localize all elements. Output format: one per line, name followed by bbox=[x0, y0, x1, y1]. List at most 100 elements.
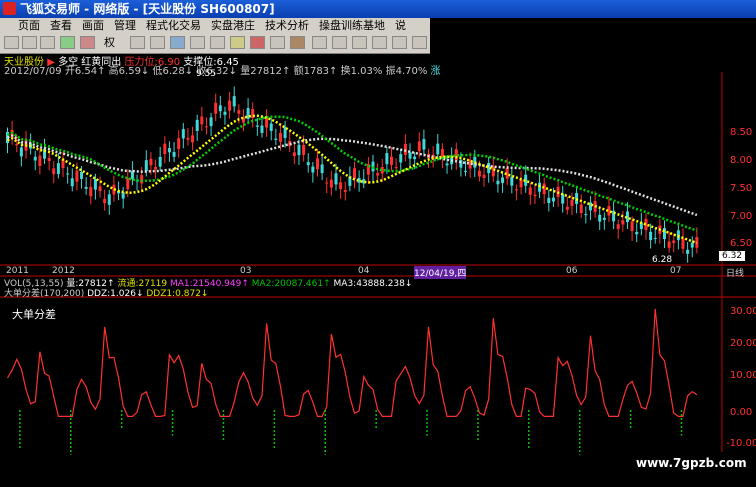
candle-body bbox=[514, 189, 518, 191]
low-marker: 6.28 bbox=[652, 255, 673, 265]
sub-tick-30: 30.00 bbox=[730, 306, 756, 317]
stock-chart[interactable] bbox=[0, 0, 756, 487]
candle-body bbox=[315, 158, 319, 170]
candle-body bbox=[533, 194, 537, 197]
candle-body bbox=[422, 139, 426, 150]
moving-average-line bbox=[7, 115, 698, 232]
ddz-indicator-group bbox=[6, 308, 698, 455]
candle-body bbox=[107, 194, 111, 205]
candle-body bbox=[501, 177, 505, 183]
moving-average-line bbox=[7, 134, 698, 217]
candle-body bbox=[15, 144, 19, 146]
candle-body bbox=[579, 204, 583, 213]
candle-body bbox=[98, 186, 102, 192]
date-tag[interactable]: 日线 bbox=[726, 266, 744, 279]
moving-average-line bbox=[7, 114, 698, 245]
candle-body bbox=[690, 242, 694, 248]
candle-body bbox=[598, 214, 602, 222]
candle-body bbox=[144, 160, 148, 172]
candle-body bbox=[528, 187, 532, 195]
candle-body bbox=[653, 237, 657, 239]
candle-body bbox=[621, 220, 625, 225]
candle-body bbox=[302, 144, 306, 155]
candle-body bbox=[89, 186, 93, 197]
candle-body bbox=[195, 119, 199, 131]
price-tick-800: 8.00 bbox=[730, 155, 753, 166]
candle-body bbox=[343, 189, 347, 192]
candle-body bbox=[329, 179, 333, 188]
price-tick-650: 6.50 bbox=[730, 238, 753, 249]
date-label-06: 06 bbox=[566, 266, 578, 276]
candle-body bbox=[214, 102, 218, 114]
candle-body bbox=[292, 152, 296, 157]
ddz-line bbox=[6, 308, 698, 417]
candle-body bbox=[228, 100, 232, 111]
candle-body bbox=[413, 156, 417, 160]
candle-body bbox=[667, 241, 671, 248]
candle-body bbox=[274, 138, 278, 140]
candle-body bbox=[551, 197, 555, 202]
candle-body bbox=[278, 132, 282, 142]
high-marker: 9.55 bbox=[196, 69, 217, 79]
price-tick-750: 7.50 bbox=[730, 183, 753, 194]
date-label-2012: 2012 bbox=[52, 266, 75, 276]
current-price-tag: 6.32 bbox=[719, 251, 746, 261]
candle-body bbox=[686, 249, 690, 254]
ddz-label: 大单分差(170,200) bbox=[4, 289, 85, 299]
candle-body bbox=[154, 166, 158, 170]
candle-body bbox=[547, 197, 551, 204]
candle-body bbox=[103, 198, 107, 204]
candle-body bbox=[334, 173, 338, 185]
candle-body bbox=[394, 166, 398, 168]
candle-body bbox=[255, 125, 259, 127]
candle-body bbox=[320, 164, 324, 174]
candle-body bbox=[635, 231, 639, 235]
candle-body bbox=[311, 166, 315, 173]
candle-body bbox=[630, 221, 634, 231]
candle-body bbox=[445, 163, 449, 166]
candle-body bbox=[209, 117, 213, 127]
candle-body bbox=[204, 126, 208, 128]
candle-body bbox=[385, 153, 389, 165]
candle-body bbox=[38, 155, 42, 166]
ma3-value: MA3:43888.238↓ bbox=[333, 279, 413, 289]
candle-body bbox=[218, 105, 222, 112]
candle-body bbox=[390, 156, 394, 165]
candle-body bbox=[223, 111, 227, 115]
candle-body bbox=[681, 238, 685, 249]
candle-body bbox=[510, 176, 514, 186]
candle-body bbox=[649, 231, 653, 241]
candle-body bbox=[66, 173, 70, 175]
candle-body bbox=[417, 141, 421, 152]
watermark: www.7gpzb.com bbox=[636, 456, 747, 470]
candle-body bbox=[584, 214, 588, 216]
sub-tick-0: 0.00 bbox=[730, 407, 753, 418]
candle-body bbox=[672, 240, 676, 244]
candle-body bbox=[163, 143, 167, 155]
candle-body bbox=[399, 154, 403, 163]
sub-tick-20: 20.00 bbox=[730, 338, 756, 349]
candle-body bbox=[616, 224, 620, 229]
candle-body bbox=[339, 182, 343, 190]
candle-body bbox=[84, 186, 88, 189]
candle-body bbox=[75, 170, 79, 182]
price-tick-700: 7.00 bbox=[730, 211, 753, 222]
candle-body bbox=[519, 179, 523, 188]
candle-body bbox=[260, 125, 264, 133]
candle-body bbox=[269, 123, 273, 131]
candle-body bbox=[19, 147, 23, 157]
candle-body bbox=[181, 129, 185, 139]
candle-body bbox=[232, 96, 236, 107]
candle-body bbox=[464, 170, 468, 172]
date-label-03: 03 bbox=[240, 266, 252, 276]
price-tick-850: 8.50 bbox=[730, 127, 753, 138]
candle-body bbox=[436, 143, 440, 155]
sub-tick-10: 10.00 bbox=[730, 370, 756, 381]
candle-body bbox=[297, 144, 301, 156]
candle-body bbox=[52, 168, 56, 175]
candle-body bbox=[496, 180, 500, 185]
candle-body bbox=[482, 174, 486, 178]
candle-body bbox=[602, 217, 606, 220]
ddz-info: 大单分差(170,200) DDZ:1.026↓ DDZ1:0.872↓ bbox=[4, 286, 208, 299]
date-cursor-label: 12/04/19,四 bbox=[414, 266, 467, 279]
